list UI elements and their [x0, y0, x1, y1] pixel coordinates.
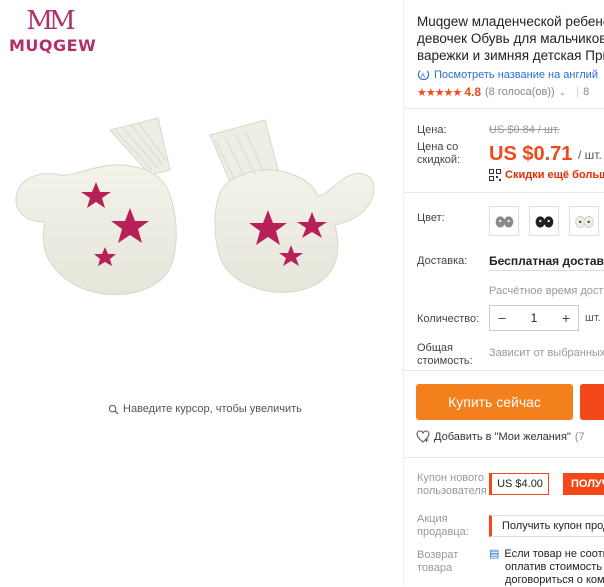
magnifier-icon	[108, 404, 119, 415]
total-label-line: стоимость:	[417, 355, 473, 367]
quantity-label: Количество:	[417, 313, 480, 325]
discount-price-label-line: Цена со	[417, 141, 459, 153]
bigger-discounts-link[interactable]: Скидки ещё больше	[489, 169, 604, 181]
quantity-input[interactable]: 1	[514, 311, 554, 325]
returns-line: договориться о ком	[505, 574, 604, 586]
wishlist-count: (7	[574, 430, 585, 443]
shipping-label: Доставка:	[417, 255, 468, 267]
section-divider	[403, 192, 604, 193]
svg-text:A: A	[421, 72, 426, 79]
total-value: Зависит от выбранных	[489, 347, 604, 359]
price-unit: / шт.	[578, 148, 602, 162]
shipping-underline	[489, 270, 604, 271]
discount-price-label-line: скидкой:	[417, 154, 461, 166]
chevron-down-icon[interactable]: ⌄	[559, 87, 567, 98]
quantity-stepper: − 1 +	[489, 305, 579, 331]
quantity-increment-button[interactable]: +	[554, 310, 578, 326]
seller-promo-label-line: Акция	[417, 513, 448, 525]
coupon-label-line: Купон нового	[417, 472, 485, 484]
document-icon: ▤	[489, 548, 500, 560]
rating-votes-link[interactable]: (8 голоса(ов))	[485, 86, 555, 98]
translate-icon: A	[417, 68, 430, 81]
quantity-unit: шт.	[585, 312, 601, 324]
add-to-cart-button[interactable]	[580, 384, 604, 420]
coupon-amount: US $4.00	[489, 473, 549, 495]
returns-label-line: товара	[417, 562, 453, 574]
current-price: US $0.71	[489, 143, 573, 165]
quantity-decrement-button[interactable]: −	[490, 310, 514, 326]
get-coupon-button[interactable]: ПОЛУЧ	[563, 473, 604, 495]
mitten-right	[209, 119, 375, 293]
product-title: Muqgew младенческой ребенок девочек Обув…	[417, 13, 604, 64]
returns-label-line: Возврат	[417, 549, 459, 561]
brand-logo[interactable]: MM MUQGEW	[9, 6, 97, 55]
product-image[interactable]	[0, 0, 403, 586]
orders-count: 8	[583, 86, 590, 98]
seller-coupon-button[interactable]: Получить купон прод	[489, 515, 604, 537]
new-user-coupon-label: Купон нового пользователя	[417, 472, 487, 498]
translate-link-text: Посмотреть название на англий	[434, 68, 598, 81]
mitten-left	[15, 117, 177, 296]
bigger-discounts-text: Скидки ещё больше	[505, 169, 604, 181]
color-label: Цвет:	[417, 212, 445, 224]
zoom-hint-text: Наведите курсор, чтобы увеличить	[123, 403, 302, 415]
coupon-label-line: пользователя	[417, 485, 487, 497]
rating-value: 4.8	[464, 85, 481, 99]
seller-promo-label-line: продавца:	[417, 526, 469, 538]
heart-plus-icon	[416, 430, 430, 443]
buy-now-button[interactable]: Купить сейчас	[416, 384, 573, 420]
shipping-estimate: Расчётное время доставки	[489, 285, 604, 297]
shipping-method-select[interactable]: Бесплатная доставка	[489, 254, 604, 268]
rating-stars-icon: ★★★★★	[417, 86, 462, 99]
product-title-line: девочек Обувь для мальчиков	[417, 31, 604, 46]
color-swatch-white[interactable]	[569, 206, 599, 236]
color-swatch-black[interactable]	[529, 206, 559, 236]
panel-divider	[403, 0, 404, 586]
returns-line: Если товар не соотв	[504, 548, 604, 560]
rating-row: ★★★★★ 4.8 (8 голоса(ов)) ⌄ | 8	[417, 85, 604, 99]
product-title-line: варежки и зимняя детская При	[417, 48, 604, 63]
qr-code-icon	[489, 169, 501, 181]
product-title-line: Muqgew младенческой ребенок	[417, 14, 604, 29]
seller-promo-label: Акция продавца:	[417, 513, 469, 539]
total-label: Общая стоимость:	[417, 342, 473, 368]
zoom-hint: Наведите курсор, чтобы увеличить	[108, 403, 302, 415]
wishlist-text: Добавить в "Мои желания"	[434, 430, 571, 443]
color-swatch-grey[interactable]	[489, 206, 519, 236]
section-divider	[403, 457, 604, 458]
returns-line: оплатив стоимость	[505, 561, 603, 573]
translate-title-link[interactable]: A Посмотреть название на англий	[417, 68, 604, 81]
returns-policy-text: ▤ Если товар не соотв оплатив стоимость д…	[489, 548, 604, 587]
discount-price-label: Цена со скидкой:	[417, 141, 460, 167]
section-divider	[403, 108, 604, 109]
add-to-wishlist-link[interactable]: Добавить в "Мои желания" (7	[416, 430, 585, 443]
section-divider	[403, 370, 604, 371]
returns-label: Возврат товара	[417, 549, 458, 575]
brand-logo-mark: MM	[26, 6, 75, 36]
original-price: US $0.84 / шт.	[489, 124, 560, 136]
price-label: Цена:	[417, 124, 447, 136]
separator: |	[576, 86, 580, 98]
product-gallery: MM MUQGEW Наведите курсор, чтобы увеличи…	[0, 0, 403, 586]
total-label-line: Общая	[417, 342, 453, 354]
brand-logo-name: MUQGEW	[9, 36, 97, 55]
